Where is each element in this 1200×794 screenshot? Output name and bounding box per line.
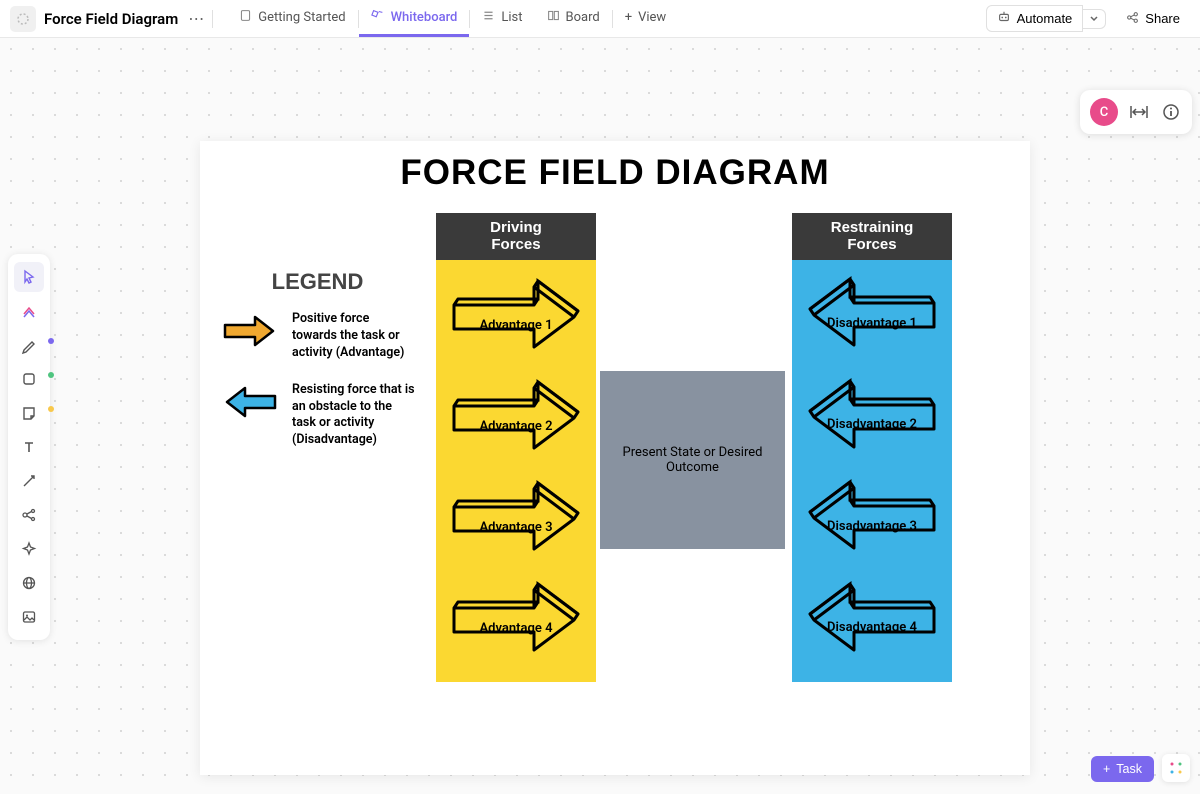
tool-indicator-dot (48, 338, 54, 344)
tab-whiteboard[interactable]: Whiteboard (359, 0, 470, 37)
tab-board[interactable]: Board (535, 0, 612, 37)
list-tab-icon (482, 9, 495, 26)
info-icon[interactable] (1160, 101, 1182, 123)
legend-arrow-left-icon (220, 382, 280, 422)
tool-indicator-dot (48, 406, 54, 412)
legend-positive-text: Positive force towards the task or activ… (292, 311, 415, 362)
legend-negative-text: Resisting force that is an obstacle to t… (292, 382, 415, 450)
disadvantage-item[interactable]: Disadvantage 2 (798, 375, 946, 465)
image-tool[interactable] (14, 602, 44, 632)
advantage-item[interactable]: Advantage 2 (442, 376, 590, 466)
pointer-tool[interactable] (14, 262, 44, 292)
connector-tool[interactable] (14, 466, 44, 496)
automate-button[interactable]: Automate (986, 5, 1084, 32)
share-icon (1126, 11, 1139, 27)
user-avatar[interactable]: C (1090, 98, 1118, 126)
doc-tab-icon (239, 9, 252, 26)
task-button[interactable]: + Task (1091, 756, 1154, 782)
share-button[interactable]: Share (1116, 7, 1190, 31)
advantage-item[interactable]: Advantage 4 (442, 578, 590, 668)
disadvantage-item[interactable]: Disadvantage 3 (798, 476, 946, 566)
pen-tool[interactable] (14, 330, 44, 360)
plus-icon: + (625, 10, 632, 25)
plus-icon: + (1103, 762, 1110, 776)
automate-dropdown[interactable] (1083, 9, 1106, 29)
ai-tool[interactable] (14, 296, 44, 326)
restraining-header: Restraining Forces (792, 213, 952, 260)
driving-header: Driving Forces (436, 213, 596, 260)
text-tool[interactable] (14, 432, 44, 462)
shape-tool[interactable] (14, 364, 44, 394)
center-state-box[interactable]: Present State or Desired Outcome (600, 371, 785, 549)
tab-getting-started[interactable]: Getting Started (227, 0, 357, 37)
restraining-column: Restraining Forces Disadvantage 1 Disadv… (792, 213, 952, 682)
board-tab-icon (547, 9, 560, 26)
tab-list[interactable]: List (470, 0, 534, 37)
advantage-item[interactable]: Advantage 3 (442, 477, 590, 567)
disadvantage-item[interactable]: Disadvantage 4 (798, 578, 946, 668)
whiteboard-tab-icon (371, 8, 385, 26)
fit-width-icon[interactable] (1128, 101, 1150, 123)
whiteboard-canvas[interactable]: FORCE FIELD DIAGRAM LEGEND Positive forc… (200, 141, 1030, 775)
apps-button[interactable] (1162, 754, 1190, 782)
advantage-item[interactable]: Advantage 1 (442, 275, 590, 365)
more-icon[interactable]: ⋯ (188, 9, 204, 28)
web-tool[interactable] (14, 568, 44, 598)
note-tool[interactable] (14, 398, 44, 428)
doc-icon[interactable] (10, 6, 36, 32)
left-toolbar (8, 254, 50, 640)
tool-indicator-dot (48, 372, 54, 378)
mindmap-tool[interactable] (14, 500, 44, 530)
diagram-title: FORCE FIELD DIAGRAM (200, 141, 1030, 193)
legend: LEGEND Positive force towards the task o… (220, 269, 415, 469)
robot-icon (997, 10, 1011, 27)
tab-add-view[interactable]: + View (613, 0, 679, 37)
collab-panel: C (1080, 90, 1192, 134)
sparkle-tool[interactable] (14, 534, 44, 564)
driving-column: Driving Forces Advantage 1 Advantage 2 A… (436, 213, 596, 682)
legend-title: LEGEND (220, 269, 415, 295)
doc-title[interactable]: Force Field Diagram (44, 10, 178, 28)
disadvantage-item[interactable]: Disadvantage 1 (798, 273, 946, 363)
legend-arrow-right-icon (220, 311, 280, 351)
